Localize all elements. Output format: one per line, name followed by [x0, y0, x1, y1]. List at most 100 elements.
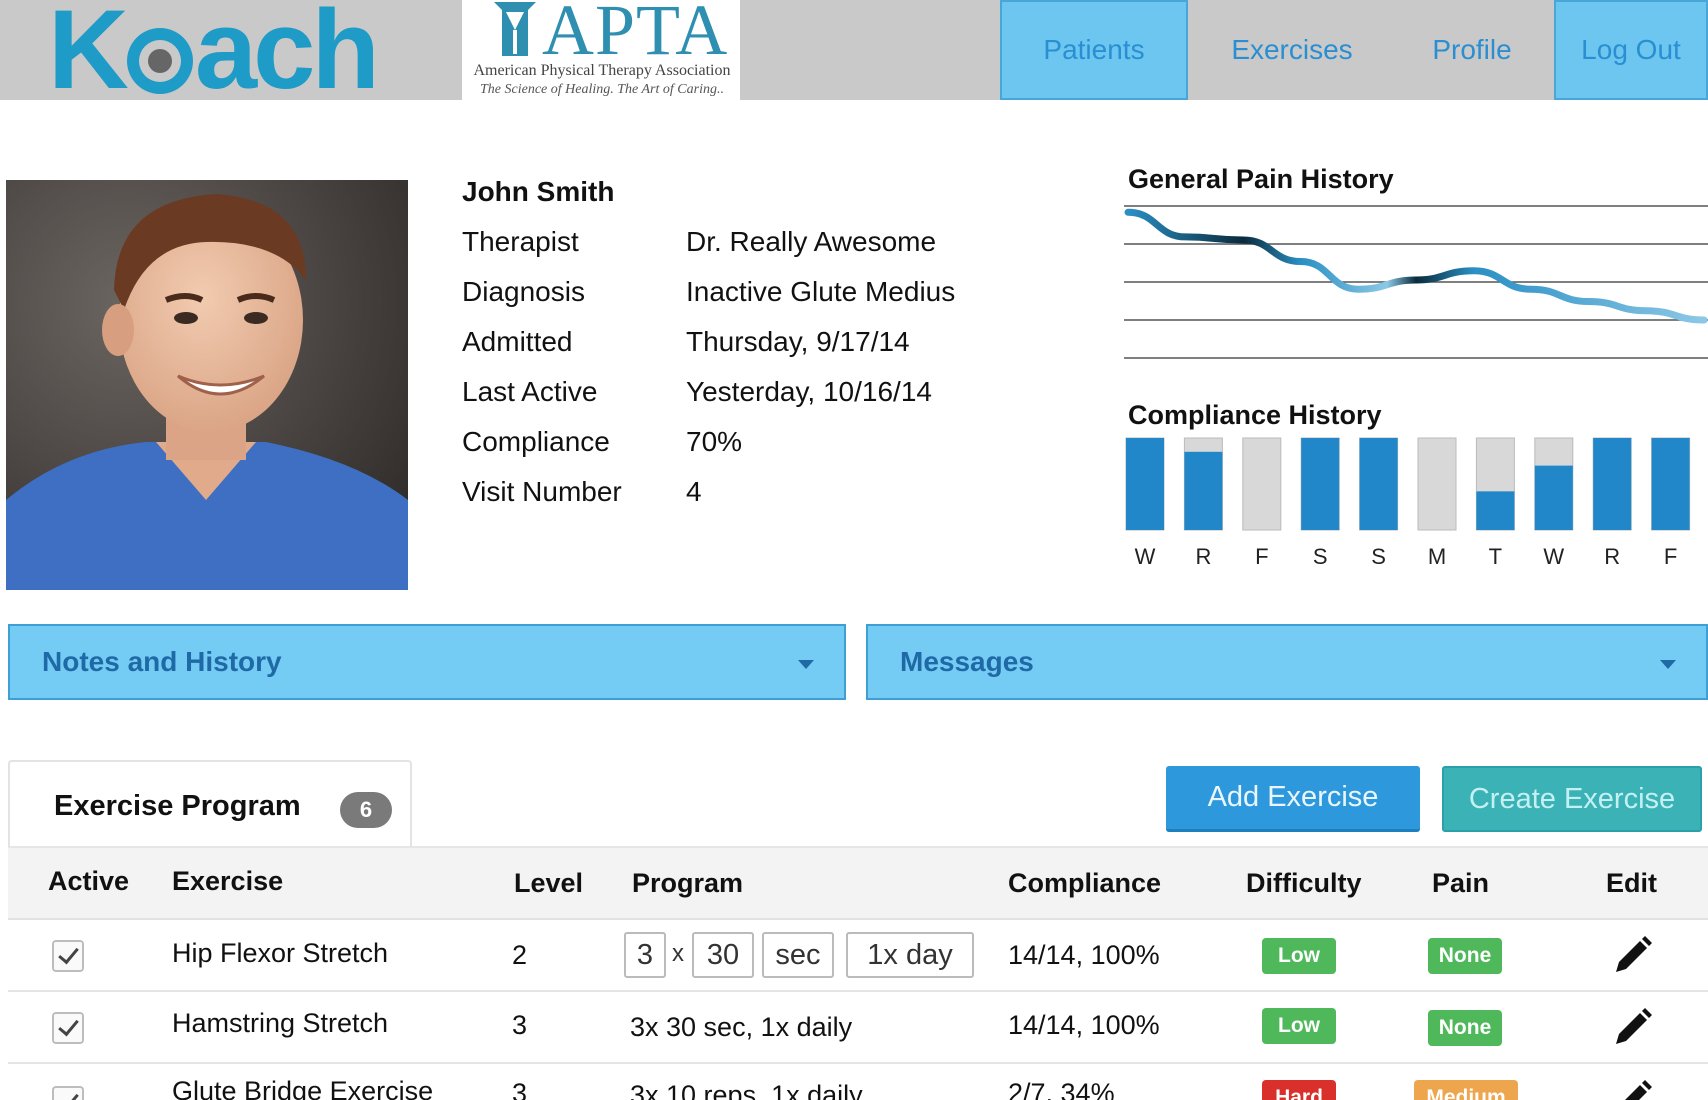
exercise-level: 3: [512, 1010, 528, 1040]
pain-series-line: [1124, 208, 1708, 324]
koach-logo-k: K: [48, 0, 129, 112]
compliance-day-label: F: [1255, 544, 1268, 569]
program-count-badge: 6: [340, 792, 392, 828]
col-exercise: Exercise: [172, 866, 284, 896]
info-value: Yesterday, 10/16/14: [686, 376, 932, 407]
table-row: Hamstring Stretch 3 3x 30 sec, 1x daily …: [8, 992, 1708, 1064]
exercise-compliance: 14/14, 100%: [1008, 1010, 1160, 1040]
nav-logout[interactable]: Log Out: [1554, 0, 1708, 100]
col-compliance: Compliance: [1008, 868, 1162, 898]
compliance-bar: [1359, 438, 1398, 530]
patient-photo: [6, 180, 408, 590]
compliance-bar: [1301, 438, 1340, 530]
pain-badge: None: [1428, 1010, 1502, 1046]
pain-badge: Medium: [1414, 1080, 1518, 1100]
table-row: Glute Bridge Exercise 3 3x 10 reps, 1x d…: [8, 1064, 1708, 1100]
chevron-down-icon: [1660, 660, 1676, 669]
compliance-day-label: S: [1371, 544, 1386, 569]
accordion-label: Notes and History: [42, 646, 282, 677]
compliance-bar: [1184, 451, 1223, 530]
nav-exercises[interactable]: Exercises: [1196, 0, 1388, 100]
table-row: Hip Flexor Stretch 2 3 x 30 sec 1x day 1…: [8, 920, 1708, 992]
compliance-chart-title: Compliance History: [1128, 400, 1382, 430]
compliance-day-label: F: [1664, 544, 1677, 569]
info-label: Visit Number: [462, 476, 622, 507]
exercise-table: Active Exercise Level Program Compliance…: [8, 846, 1708, 1100]
compliance-day-label: R: [1195, 544, 1211, 569]
compliance-day-label: W: [1135, 544, 1156, 569]
exercise-name: Glute Bridge Exercise: [172, 1076, 434, 1100]
messages-accordion[interactable]: Messages: [866, 624, 1708, 700]
info-value: Dr. Really Awesome: [686, 226, 937, 257]
pencil-icon[interactable]: [1610, 1078, 1654, 1100]
info-label: Therapist: [462, 226, 579, 257]
create-exercise-button[interactable]: Create Exercise: [1442, 766, 1702, 832]
active-checkbox[interactable]: [52, 1086, 84, 1100]
difficulty-badge: Hard: [1262, 1080, 1336, 1100]
info-value: Inactive Glute Medius: [686, 276, 956, 307]
compliance-bar: [1476, 491, 1515, 530]
pain-chart-title: General Pain History: [1128, 164, 1394, 194]
exercise-compliance: 2/7, 34%: [1008, 1078, 1115, 1100]
pencil-icon[interactable]: [1610, 1006, 1654, 1050]
exercise-name: Hamstring Stretch: [172, 1008, 389, 1038]
difficulty-badge: Low: [1262, 1008, 1336, 1044]
compliance-bar: [1126, 438, 1164, 530]
info-value: 4: [686, 476, 702, 507]
col-program: Program: [632, 868, 744, 898]
pain-badge: None: [1428, 938, 1502, 974]
notes-history-accordion[interactable]: Notes and History: [8, 624, 846, 700]
exercise-program: 3x 30 sec, 1x daily: [630, 1012, 853, 1042]
unit-select[interactable]: sec: [762, 932, 834, 978]
compliance-bar: [1593, 438, 1632, 530]
nav-profile[interactable]: Profile: [1392, 0, 1552, 100]
compliance-bar: [1651, 438, 1690, 530]
program-title: Exercise Program: [54, 790, 301, 822]
info-label: Last Active: [462, 376, 598, 407]
times-symbol: x: [672, 940, 684, 967]
info-value: 70%: [686, 426, 743, 457]
info-label: Compliance: [462, 426, 610, 457]
col-level: Level: [514, 868, 584, 898]
exercise-program: 3x 10 reps, 1x daily: [630, 1080, 863, 1100]
difficulty-badge: Low: [1262, 938, 1336, 974]
compliance-history-chart: WRFSSMTWRF: [1125, 437, 1691, 569]
frequency-select[interactable]: 1x day: [846, 932, 974, 978]
col-difficulty: Difficulty: [1246, 868, 1362, 898]
compliance-bar-track: [1417, 437, 1457, 531]
compliance-day-label: W: [1543, 544, 1564, 569]
chevron-down-icon: [798, 660, 814, 669]
sets-input[interactable]: 3: [624, 932, 666, 978]
compliance-day-label: M: [1428, 544, 1446, 569]
koach-logo[interactable]: Kach: [48, 0, 380, 106]
info-label: Diagnosis: [462, 276, 585, 307]
exercise-level: 3: [512, 1078, 528, 1100]
nav-patients[interactable]: Patients: [1000, 0, 1188, 100]
accordion-label: Messages: [900, 646, 1034, 677]
compliance-day-label: T: [1489, 544, 1502, 569]
compliance-bar: [1534, 465, 1573, 530]
table-header: Active Exercise Level Program Compliance…: [8, 846, 1708, 920]
apta-logo: APTA American Physical Therapy Associati…: [462, 0, 740, 100]
apta-emblem-icon: [494, 2, 536, 56]
compliance-day-label: S: [1313, 544, 1328, 569]
apta-tagline: The Science of Healing. The Art of Carin…: [480, 82, 724, 97]
active-checkbox[interactable]: [52, 1012, 84, 1044]
add-exercise-button[interactable]: Add Exercise: [1166, 766, 1420, 832]
pencil-icon[interactable]: [1610, 934, 1654, 978]
exercise-level: 2: [512, 940, 528, 970]
active-checkbox[interactable]: [52, 940, 84, 972]
tab-exercise-program[interactable]: Exercise Program 6: [8, 760, 412, 846]
compliance-day-label: R: [1604, 544, 1620, 569]
compliance-bar-track: [1242, 437, 1282, 531]
patient-portrait-image: [6, 180, 408, 590]
exercise-name: Hip Flexor Stretch: [172, 938, 389, 968]
col-active: Active: [48, 866, 130, 896]
duration-input[interactable]: 30: [692, 932, 754, 978]
apta-name: American Physical Therapy Association: [473, 62, 731, 79]
koach-logo-rest: ach: [194, 0, 380, 112]
koach-logo-o: [126, 28, 193, 94]
top-nav-bar: Kach APTA American Physical Therapy Asso…: [0, 0, 1708, 106]
col-pain: Pain: [1432, 868, 1490, 898]
info-value: Thursday, 9/17/14: [686, 326, 910, 357]
